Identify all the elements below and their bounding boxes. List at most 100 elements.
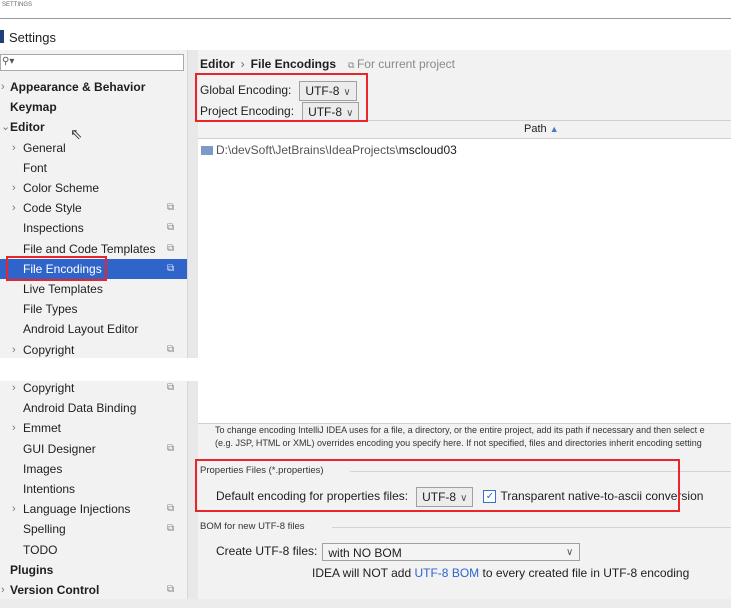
divider [0, 18, 731, 19]
sidebar-item-label: Editor [10, 120, 45, 135]
settings-search-input[interactable]: ⚲▾ [0, 54, 184, 71]
folder-icon [201, 146, 213, 156]
search-icon: ⚲▾ [2, 56, 15, 67]
sort-asc-icon: ▲ [549, 124, 559, 134]
sidebar-item[interactable]: › General [0, 138, 187, 158]
project-scope-icon: ⧉ [167, 343, 175, 355]
highlight-encodings [195, 73, 368, 122]
sidebar-item[interactable]: Font [0, 158, 187, 178]
sidebar-item[interactable]: GUI Designer ⧉ [0, 439, 187, 459]
project-scope-icon: ⧉ [167, 222, 175, 234]
bom-select[interactable]: with NO BOM ∨ [322, 543, 581, 561]
project-scope-icon: ⧉ [167, 242, 175, 254]
copy-icon: ⧉ [348, 60, 357, 70]
sidebar-item-label: Color Scheme [23, 181, 100, 195]
chevron-right-icon[interactable]: › [12, 178, 16, 198]
sidebar-item-label: Version Control [10, 583, 100, 597]
path-encoding-table[interactable]: Path ▲ D:\devSoft\JetBrains\IdeaProjects… [198, 120, 731, 358]
sidebar-item-label: Spelling [23, 522, 66, 537]
sidebar-item[interactable]: Plugins [0, 560, 187, 580]
encoding-help-text: To change encoding IntelliJ IDEA uses fo… [215, 425, 705, 448]
sidebar-item-label: Copyright [23, 342, 75, 357]
sidebar-item-label: Keymap [10, 100, 57, 115]
sidebar-item[interactable]: File Types [0, 299, 187, 319]
sidebar-item-label: General [23, 140, 66, 155]
chevron-right-icon[interactable]: › [1, 580, 5, 599]
utf8-bom-link[interactable]: UTF-8 BOM [414, 566, 479, 580]
chevron-right-icon[interactable]: › [12, 381, 16, 398]
bom-group-title: BOM for new UTF-8 files [200, 521, 305, 532]
sidebar-item[interactable]: › Emmet [0, 418, 187, 438]
sidebar-item[interactable]: ⌄ Editor [0, 117, 187, 137]
sidebar-item-label: Inspections [23, 221, 84, 236]
sidebar-item[interactable]: › Copyright ⧉ [0, 340, 187, 358]
sidebar-item[interactable]: › Version Control ⧉ [0, 580, 187, 599]
chevron-down-icon: ∨ [566, 547, 574, 558]
sidebar-item[interactable]: Images [0, 459, 187, 479]
mouse-cursor-icon: ⇖ [70, 126, 83, 143]
sidebar-item-label: Appearance & Behavior [10, 80, 146, 94]
settings-sidebar: ⚲▾ › Appearance & Behavior Keymap ⌄ Editor › G… [0, 50, 187, 358]
table-row[interactable]: D:\devSoft\JetBrains\IdeaProjects\msclou… [201, 143, 457, 157]
app-icon [0, 30, 4, 43]
sidebar-item-label: Live Templates [23, 282, 103, 296]
sidebar-item[interactable]: Android Data Binding [0, 398, 187, 418]
sidebar-item-label: Plugins [10, 562, 54, 577]
sidebar-item-label: Font [23, 160, 48, 175]
sidebar-item[interactable]: Spelling ⧉ [0, 519, 187, 539]
path-project-name: mscloud03 [398, 143, 457, 157]
sidebar-item-label: GUI Designer [23, 441, 96, 456]
sidebar-item[interactable]: › Language Injections ⧉ [0, 499, 187, 519]
sidebar-item[interactable]: › Appearance & Behavior [0, 77, 187, 97]
chevron-right-icon[interactable]: › [12, 198, 16, 218]
chevron-right-icon: › [240, 57, 245, 71]
breadcrumb-current: File Encodings [250, 57, 337, 71]
sidebar-item-label: Copyright [23, 381, 75, 395]
window-title: Settings [9, 30, 56, 45]
highlight-file-encodings [6, 256, 107, 281]
sidebar-item[interactable]: › Code Style ⧉ [0, 198, 187, 218]
path-prefix: D:\devSoft\JetBrains\IdeaProjects\ [216, 143, 399, 157]
breadcrumb-parent: Editor [200, 57, 235, 71]
highlight-properties [195, 459, 680, 512]
screenshot-gap [0, 358, 731, 381]
chevron-right-icon[interactable]: › [12, 418, 16, 438]
chevron-right-icon[interactable]: › [1, 77, 5, 97]
chevron-right-icon[interactable]: › [12, 499, 16, 519]
bom-label: Create UTF-8 files: [216, 544, 318, 559]
sidebar-item[interactable]: › Copyright ⧉ [0, 381, 187, 398]
sidebar-item-label: Code Style [23, 201, 82, 216]
sidebar-item[interactable]: Android Layout Editor [0, 319, 187, 339]
sidebar-item-label: Android Layout Editor [23, 322, 139, 337]
path-encoding-table-end[interactable] [198, 381, 731, 424]
sidebar-item-label: Images [23, 461, 63, 476]
path-column-header[interactable]: Path ▲ [198, 121, 731, 139]
sidebar-item[interactable]: Inspections ⧉ [0, 218, 187, 238]
window-bottom-strip [0, 599, 731, 608]
sidebar-item-label: Language Injections [23, 502, 131, 517]
breadcrumb: Editor › File Encodings ⧉ For current proje… [200, 57, 455, 71]
project-scope-icon: ⧉ [167, 262, 175, 274]
sidebar-item-label: Intentions [23, 482, 76, 496]
project-scope-icon: ⧉ [167, 584, 175, 595]
sidebar-item[interactable]: Live Templates [0, 279, 187, 299]
sidebar-item[interactable]: TODO [0, 540, 187, 560]
path-header-label: Path [524, 123, 547, 135]
sidebar-item[interactable]: › Color Scheme [0, 178, 187, 198]
sidebar-item[interactable]: Intentions [0, 479, 187, 499]
project-scope-icon: ⧉ [167, 442, 175, 454]
chevron-down-icon[interactable]: ⌄ [1, 117, 10, 137]
settings-panel-bottom: › Copyright ⧉ Android Data Binding › Emmet GUI… [0, 381, 731, 599]
sidebar-item-label: Emmet [23, 421, 62, 436]
sidebar-item-label: File Types [23, 302, 78, 317]
sidebar-item[interactable]: Keymap [0, 97, 187, 117]
settings-panel-top: ⚲▾ › Appearance & Behavior Keymap ⌄ Editor › G… [0, 50, 731, 358]
settings-sidebar-continued: › Copyright ⧉ Android Data Binding › Emmet GUI… [0, 381, 187, 599]
chevron-right-icon[interactable]: › [12, 138, 16, 158]
bom-note: IDEA will NOT add UTF-8 BOM to every cre… [312, 566, 690, 580]
bom-row: Create UTF-8 files: with NO BOM ∨ [216, 543, 581, 561]
project-scope-label: ⧉ For current project [348, 57, 455, 71]
sidebar-item-label: Android Data Binding [23, 401, 137, 416]
project-scope-icon: ⧉ [167, 523, 175, 535]
chevron-right-icon[interactable]: › [12, 340, 16, 358]
